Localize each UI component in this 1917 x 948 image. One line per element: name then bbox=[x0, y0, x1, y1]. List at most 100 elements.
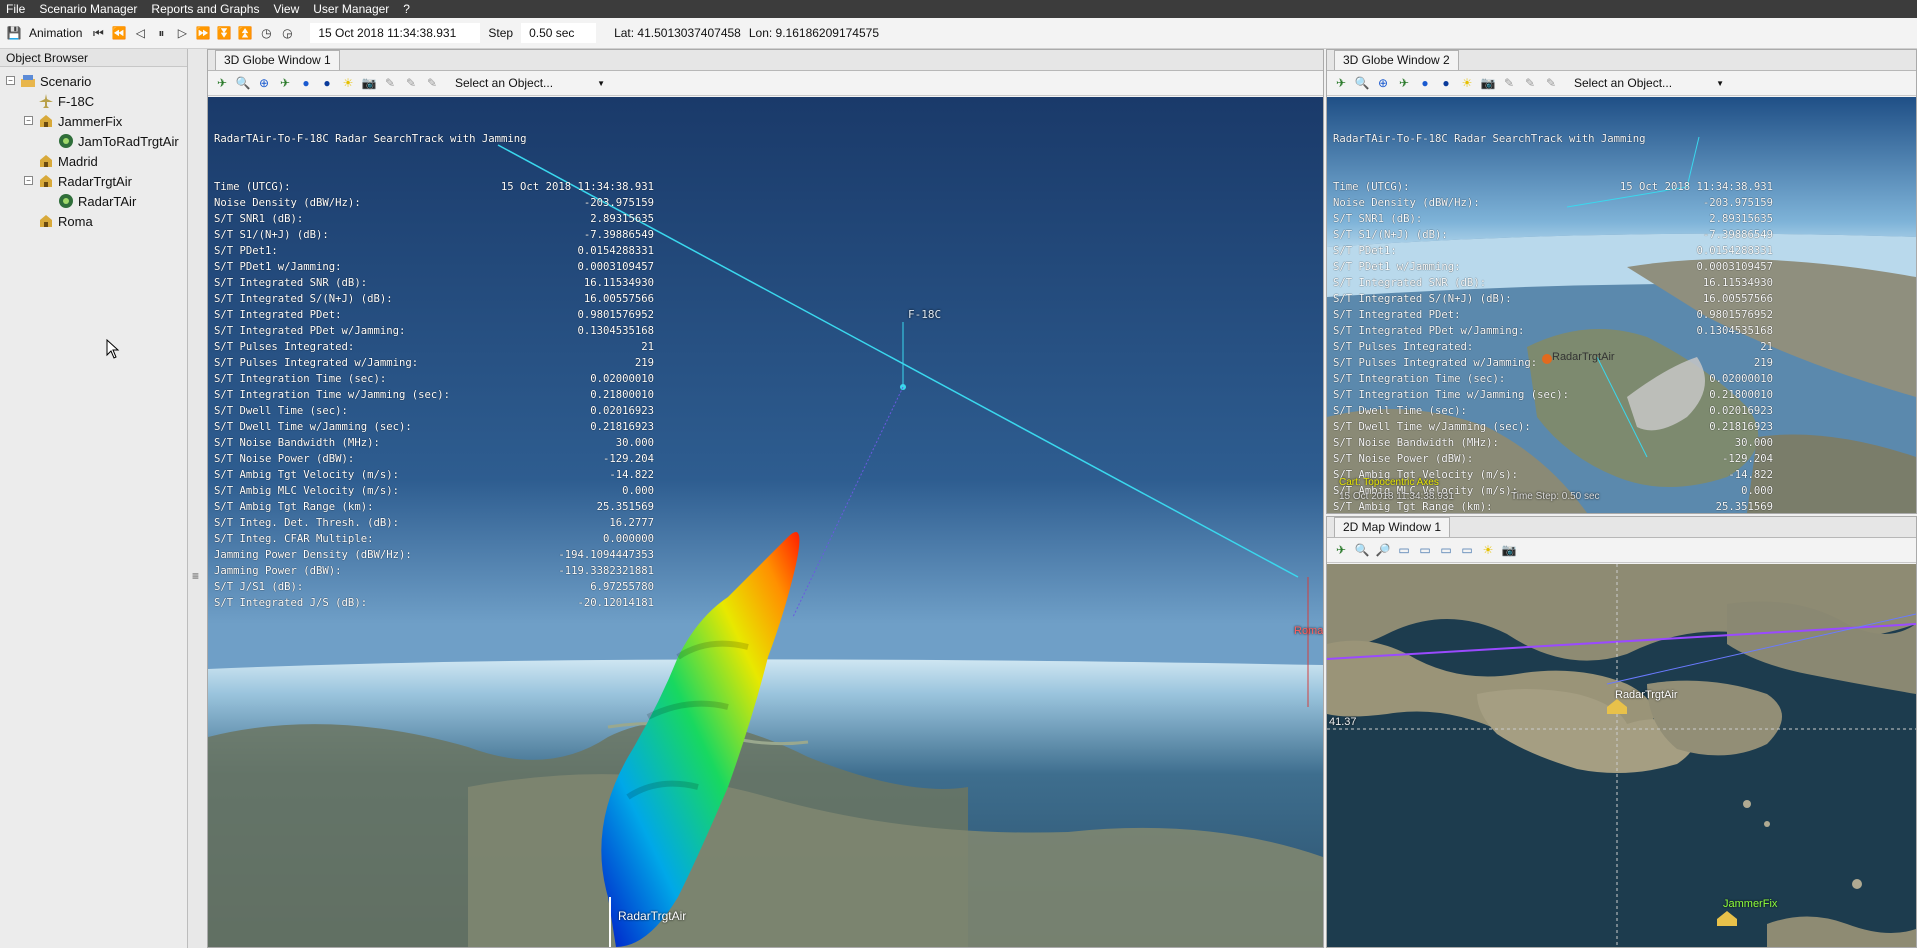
time-field[interactable]: 15 Oct 2018 11:34:38.931 bbox=[310, 23, 481, 43]
report-row: S/T Integrated S/(N+J) (dB): 16.00557566 bbox=[214, 291, 654, 307]
sun-icon[interactable]: ☀ bbox=[1480, 542, 1496, 558]
camera-icon[interactable]: 📷 bbox=[361, 75, 377, 91]
report-row: S/T Integrated SNR (dB): 16.11534930 bbox=[214, 275, 654, 291]
pause-icon[interactable]: ⏸ bbox=[153, 25, 169, 41]
home-view-icon[interactable]: ✈ bbox=[214, 75, 230, 91]
report-row: S/T Integrated S/(N+J) (dB): 16.00557566 bbox=[1333, 291, 1773, 307]
tool-icon[interactable]: ✎ bbox=[382, 75, 398, 91]
report-value: 0.000 bbox=[622, 485, 654, 497]
tool-icon[interactable]: ✎ bbox=[1501, 75, 1517, 91]
play-icon[interactable]: ▷ bbox=[174, 25, 190, 41]
report-title: RadarTAir-To-F-18C Radar SearchTrack wit… bbox=[1333, 133, 1646, 145]
report-row: Time (UTCG): 15 Oct 2018 11:34:38.931 bbox=[214, 179, 654, 195]
realtime-icon[interactable]: ◷ bbox=[258, 25, 274, 41]
report-key: S/T Dwell Time w/Jamming (sec): bbox=[1333, 421, 1531, 433]
facility-icon bbox=[38, 173, 54, 189]
camera-icon[interactable]: 📷 bbox=[1480, 75, 1496, 91]
grip-icon[interactable]: ≡ bbox=[192, 569, 199, 583]
menu-help[interactable]: ? bbox=[403, 2, 410, 16]
globe-icon[interactable]: ● bbox=[298, 75, 314, 91]
globe-view-1[interactable]: RadarTAir-To-F-18C Radar SearchTrack wit… bbox=[208, 97, 1323, 947]
report-key: S/T S1/(N+J) (dB): bbox=[1333, 229, 1448, 241]
tab-globe-window-2[interactable]: 3D Globe Window 2 bbox=[1334, 50, 1459, 70]
zoom-in-icon[interactable]: 🔍 bbox=[1354, 542, 1370, 558]
report-row: S/T Dwell Time w/Jamming (sec): 0.2181692… bbox=[214, 419, 654, 435]
report-value: 0.000 bbox=[1741, 485, 1773, 497]
menu-view[interactable]: View bbox=[273, 2, 299, 16]
report-rows: Time (UTCG): 15 Oct 2018 11:34:38.931 Nois… bbox=[1333, 179, 1773, 513]
x-realtime-icon[interactable]: ◶ bbox=[279, 25, 295, 41]
collapse-icon[interactable]: − bbox=[6, 76, 15, 85]
report-value: 6.97255780 bbox=[590, 581, 654, 593]
report-value: -129.204 bbox=[602, 453, 654, 465]
save-icon[interactable]: 💾 bbox=[6, 25, 22, 41]
tab-globe-window-1[interactable]: 3D Globe Window 1 bbox=[215, 50, 340, 70]
collapse-icon[interactable]: − bbox=[24, 116, 33, 125]
step-field[interactable]: 0.50 sec bbox=[521, 23, 597, 43]
sensor-icon bbox=[58, 133, 74, 149]
globe-blue-icon[interactable]: ● bbox=[319, 75, 335, 91]
tree-node-scenario[interactable]: − Scenario bbox=[0, 71, 187, 91]
globe-icon[interactable]: ● bbox=[1417, 75, 1433, 91]
layers-icon[interactable]: ▭ bbox=[1417, 542, 1433, 558]
reset-icon[interactable]: ⏮ bbox=[90, 25, 106, 41]
report-row: S/T Integ. Det. Thresh. (dB): 16.2777 bbox=[214, 515, 654, 531]
faster-icon[interactable]: ⏫ bbox=[237, 25, 253, 41]
zoom-icon[interactable]: 🔍 bbox=[235, 75, 251, 91]
layers-icon[interactable]: ▭ bbox=[1396, 542, 1412, 558]
play-reverse-icon[interactable]: ◁ bbox=[132, 25, 148, 41]
report-row: S/T SNR1 (dB): 2.89315635 bbox=[1333, 211, 1773, 227]
report-value: -14.822 bbox=[1728, 469, 1773, 481]
sun-icon[interactable]: ☀ bbox=[1459, 75, 1475, 91]
globe-toolbar: ✈ 🔍 ⊕ ✈ ● ● ☀ 📷 ✎ ✎ ✎ Select an Object..… bbox=[208, 71, 1323, 96]
zoom-icon[interactable]: 🔍 bbox=[1354, 75, 1370, 91]
slower-icon[interactable]: ⏬ bbox=[216, 25, 232, 41]
tree-node-f18c[interactable]: F-18C bbox=[0, 91, 187, 111]
object-browser: Object Browser − Scenario F-18C − Jammer… bbox=[0, 49, 188, 948]
facility-icon bbox=[38, 153, 54, 169]
home-view-icon[interactable]: ✈ bbox=[1333, 75, 1349, 91]
tree-node-madrid[interactable]: Madrid bbox=[0, 151, 187, 171]
map-view[interactable]: 41.37 RadarTrgtAir JammerFix bbox=[1327, 564, 1916, 947]
zoom-to-icon[interactable]: ⊕ bbox=[256, 75, 272, 91]
step-forward-icon[interactable]: ⏩ bbox=[195, 25, 211, 41]
tree-node-jammerfix[interactable]: − JammerFix bbox=[0, 111, 187, 131]
menu-scenario-manager[interactable]: Scenario Manager bbox=[39, 2, 137, 16]
layers-icon[interactable]: ▭ bbox=[1459, 542, 1475, 558]
globe-blue-icon[interactable]: ● bbox=[1438, 75, 1454, 91]
chevron-down-icon: ▼ bbox=[597, 79, 605, 88]
tab-map-window-1[interactable]: 2D Map Window 1 bbox=[1334, 517, 1451, 537]
report-value: 30.000 bbox=[1734, 437, 1773, 449]
menu-user-manager[interactable]: User Manager bbox=[313, 2, 389, 16]
select-object-dropdown[interactable]: Select an Object... ▼ bbox=[455, 76, 605, 90]
tool-icon[interactable]: ✎ bbox=[424, 75, 440, 91]
report-value: 0.02000010 bbox=[1709, 373, 1773, 385]
zoom-out-icon[interactable]: 🔎 bbox=[1375, 542, 1391, 558]
tree-node-radartrgtair[interactable]: − RadarTrgtAir bbox=[0, 171, 187, 191]
tool-icon[interactable]: ✎ bbox=[1543, 75, 1559, 91]
collapse-icon[interactable]: − bbox=[24, 176, 33, 185]
menu-file[interactable]: File bbox=[6, 2, 25, 16]
sensor-icon bbox=[58, 193, 74, 209]
step-back-icon[interactable]: ⏪ bbox=[111, 25, 127, 41]
tool-icon[interactable]: ✎ bbox=[1522, 75, 1538, 91]
menu-reports-and-graphs[interactable]: Reports and Graphs bbox=[151, 2, 259, 16]
tree-node-roma[interactable]: Roma bbox=[0, 211, 187, 231]
sun-icon[interactable]: ☀ bbox=[340, 75, 356, 91]
report-key: S/T Integrated S/(N+J) (dB): bbox=[214, 293, 393, 305]
camera-icon[interactable]: 📷 bbox=[1501, 542, 1517, 558]
report-row: S/T Integrated PDet w/Jamming: 0.13045351… bbox=[1333, 323, 1773, 339]
globe-view-2[interactable]: RadarTAir-To-F-18C Radar SearchTrack wit… bbox=[1327, 97, 1916, 513]
report-row: S/T Integrated J/S (dB): -20.12014181 bbox=[214, 595, 654, 611]
select-object-dropdown[interactable]: Select an Object... ▼ bbox=[1574, 76, 1724, 90]
report-value: -194.1094447353 bbox=[558, 549, 654, 561]
layers-icon[interactable]: ▭ bbox=[1438, 542, 1454, 558]
pane-splitter[interactable]: ≡ bbox=[188, 49, 207, 948]
view-from-icon[interactable]: ✈ bbox=[277, 75, 293, 91]
tree-node-radartair[interactable]: RadarTAir bbox=[0, 191, 187, 211]
zoom-to-icon[interactable]: ⊕ bbox=[1375, 75, 1391, 91]
view-from-icon[interactable]: ✈ bbox=[1396, 75, 1412, 91]
home-view-icon[interactable]: ✈ bbox=[1333, 542, 1349, 558]
tool-icon[interactable]: ✎ bbox=[403, 75, 419, 91]
tree-node-jamtoradtrgtair[interactable]: JamToRadTrgtAir bbox=[0, 131, 187, 151]
